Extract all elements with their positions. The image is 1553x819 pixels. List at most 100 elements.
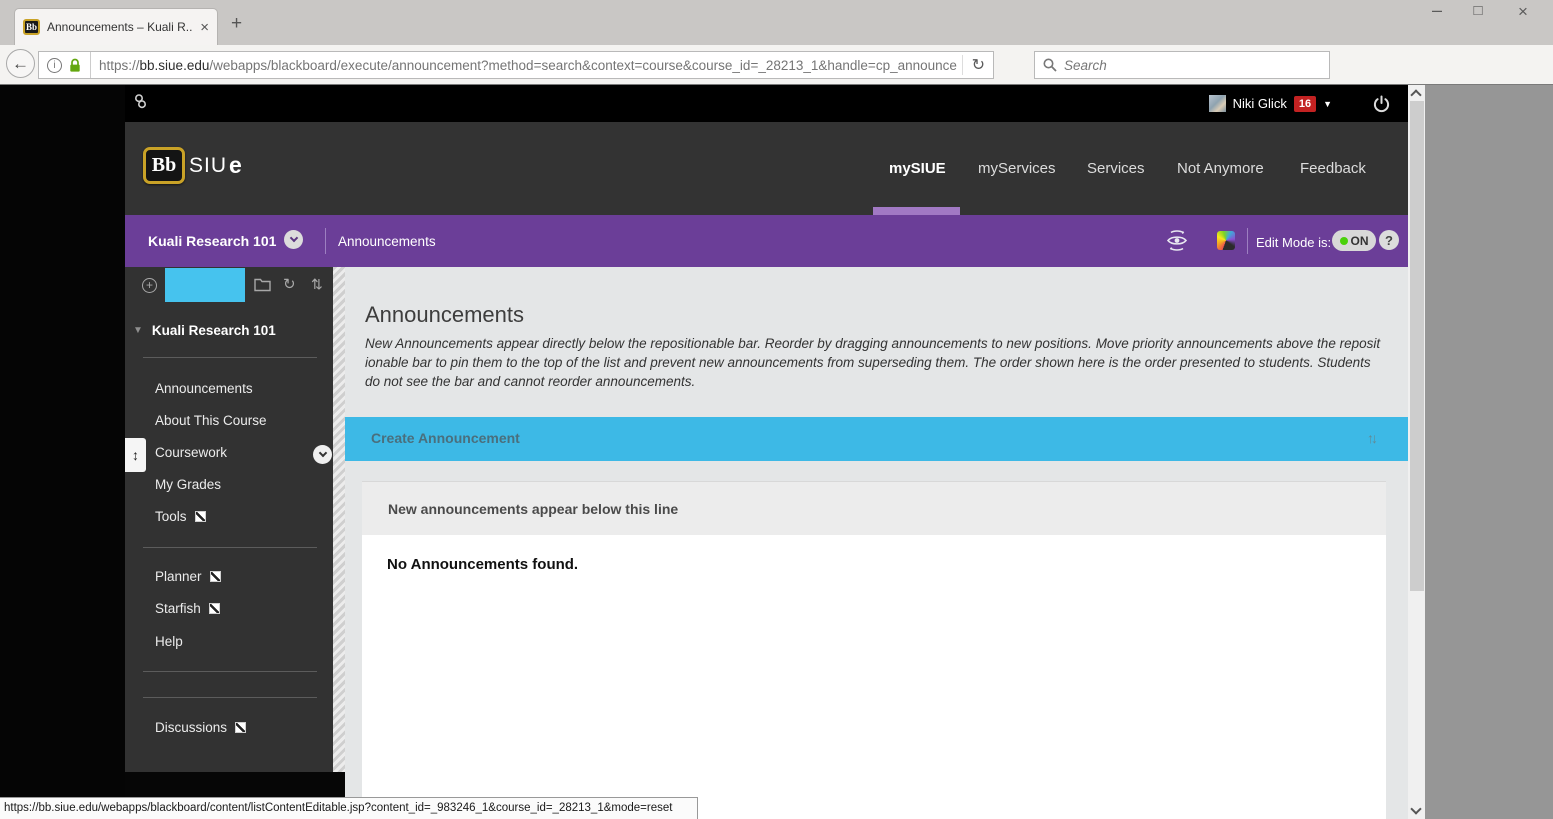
reposition-bar[interactable]: New announcements appear below this line <box>362 481 1386 535</box>
course-bar: Kuali Research 101 Announcements Edit Mo… <box>125 215 1408 267</box>
browser-tab[interactable]: Bb Announcements – Kuali R... × <box>14 8 218 45</box>
edit-mode-state: ON <box>1351 234 1369 248</box>
reload-icon[interactable]: ↻ <box>962 55 985 75</box>
notification-badge: 16 <box>1294 96 1316 112</box>
nav-tab-mysiue[interactable]: mySIUE <box>889 160 946 177</box>
active-tab-underline <box>873 207 960 215</box>
scrollbar-thumb[interactable] <box>1410 101 1424 591</box>
coursework-menu-chevron-button[interactable] <box>313 445 332 464</box>
window-minimize-button[interactable]: – <box>1422 0 1452 21</box>
sidebar-divider <box>143 357 317 358</box>
create-announcement-label: Create Announcement <box>371 430 520 446</box>
external-window-icon <box>195 511 206 522</box>
logout-power-icon[interactable] <box>1373 95 1390 113</box>
external-window-icon <box>209 603 220 614</box>
search-placeholder: Search <box>1064 58 1107 73</box>
folder-view-icon[interactable] <box>254 278 271 297</box>
url-text[interactable]: https://bb.siue.edu/webapps/blackboard/e… <box>99 58 959 73</box>
scroll-down-icon[interactable] <box>1410 803 1421 814</box>
page-info-icon[interactable]: i <box>47 58 62 73</box>
sidebar-divider <box>143 671 317 672</box>
refresh-icon[interactable]: ↻ <box>283 275 296 293</box>
sidebar-item-about-this-course[interactable]: About This Course <box>155 413 267 428</box>
course-menu-sidebar: + ↻ ⇅ ▼ Kuali Research 101 Announcements… <box>125 267 333 772</box>
chevron-down-icon <box>289 234 297 242</box>
user-menu[interactable]: Niki Glick 16 ▼ <box>1209 85 1390 122</box>
link-icon[interactable] <box>133 93 148 115</box>
sidebar-course-title[interactable]: Kuali Research 101 <box>152 323 276 338</box>
status-bar-link-preview: https://bb.siue.edu/webapps/blackboard/c… <box>0 797 698 819</box>
chevron-down-icon <box>318 449 326 457</box>
empty-state-message: No Announcements found. <box>387 556 578 573</box>
search-input[interactable]: Search <box>1034 51 1330 79</box>
reposition-bar-label: New announcements appear below this line <box>388 501 678 517</box>
address-bar[interactable]: i https://bb.siue.edu/webapps/blackboard… <box>38 51 994 79</box>
window-right-gutter <box>1425 85 1553 819</box>
logo-e-text: e <box>229 152 242 179</box>
add-menu-item-icon[interactable]: + <box>142 278 157 293</box>
sidebar-item-announcements[interactable]: Announcements <box>155 381 253 396</box>
nav-tab-feedback[interactable]: Feedback <box>1300 160 1366 177</box>
course-menu-chevron-button[interactable] <box>284 230 303 249</box>
browser-toolbar: ← i https://bb.siue.edu/webapps/blackboa… <box>0 45 1553 85</box>
announcements-list-panel: New announcements appear below this line… <box>362 481 1386 819</box>
bb-utility-bar: Niki Glick 16 ▼ <box>125 85 1408 122</box>
page-description: New Announcements appear directly below … <box>365 334 1381 391</box>
nav-tab-not-anymore[interactable]: Not Anymore <box>1177 160 1264 177</box>
sidebar-divider <box>143 697 317 698</box>
student-preview-icon[interactable] <box>1164 230 1190 256</box>
page-title: Announcements <box>365 302 524 328</box>
sidebar-divider <box>143 547 317 548</box>
tab-title: Announcements – Kuali R... <box>47 20 193 34</box>
breadcrumb: Announcements <box>338 234 436 249</box>
edit-mode-on-dot <box>1340 237 1348 245</box>
breadcrumb-divider <box>325 228 326 254</box>
chevron-down-icon: ▼ <box>1323 99 1332 109</box>
collapse-caret-icon[interactable]: ▼ <box>133 325 143 336</box>
search-icon <box>1043 58 1057 72</box>
vertical-scrollbar[interactable] <box>1408 85 1425 819</box>
user-name: Niki Glick <box>1233 96 1287 111</box>
sidebar-drag-edge[interactable] <box>333 267 345 772</box>
sidebar-item-planner[interactable]: Planner <box>155 569 221 584</box>
sidebar-resize-handle[interactable]: ↕ <box>125 438 146 472</box>
blackboard-favicon-icon: Bb <box>23 19 40 35</box>
bb-siue-logo[interactable]: Bb SIU e <box>143 147 242 184</box>
sidebar-item-discussions[interactable]: Discussions <box>155 720 246 735</box>
url-divider <box>90 52 91 78</box>
window-maximize-button[interactable]: □ <box>1463 2 1493 19</box>
course-menu-toolbar: + ↻ ⇅ <box>125 267 333 304</box>
edit-mode-toggle[interactable]: ON <box>1332 230 1376 251</box>
nav-tab-services[interactable]: Services <box>1087 160 1145 177</box>
help-button[interactable]: ? <box>1379 230 1399 250</box>
sidebar-item-tools[interactable]: Tools <box>155 509 206 524</box>
blackboard-logo-icon: Bb <box>143 147 185 184</box>
browser-titlebar: Bb Announcements – Kuali R... × + – □ × <box>0 0 1553 45</box>
create-announcement-button[interactable]: Create Announcement ↑↓ <box>345 417 1408 461</box>
external-window-icon <box>235 722 246 733</box>
course-name[interactable]: Kuali Research 101 <box>148 233 276 249</box>
window-close-button[interactable]: × <box>1508 2 1538 22</box>
edit-mode-label: Edit Mode is: <box>1256 235 1331 250</box>
reorder-arrows-icon[interactable]: ↑↓ <box>1367 430 1375 446</box>
sidebar-item-starfish[interactable]: Starfish <box>155 601 220 616</box>
sidebar-item-help[interactable]: Help <box>155 634 183 649</box>
theme-palette-icon[interactable] <box>1217 231 1235 250</box>
back-button[interactable]: ← <box>6 49 35 78</box>
tab-close-icon[interactable]: × <box>200 19 209 36</box>
secure-lock-icon <box>69 58 81 73</box>
user-avatar <box>1209 95 1226 112</box>
reorder-icon[interactable]: ⇅ <box>311 276 323 293</box>
screenshot-root: Bb Announcements – Kuali R... × + – □ × … <box>0 0 1553 819</box>
nav-tab-myservices[interactable]: myServices <box>978 160 1056 177</box>
external-window-icon <box>210 571 221 582</box>
page-left-gutter <box>0 85 125 819</box>
bb-header: Bb SIU e mySIUE myServices Services Not … <box>125 122 1408 215</box>
new-tab-button[interactable]: + <box>231 13 242 35</box>
coursebar-divider <box>1247 228 1248 254</box>
view-selector-highlight[interactable] <box>165 268 245 302</box>
sidebar-item-coursework[interactable]: Coursework <box>155 445 227 460</box>
logo-siu-text: SIU <box>189 154 227 178</box>
sidebar-item-my-grades[interactable]: My Grades <box>155 477 221 492</box>
scroll-up-icon[interactable] <box>1410 89 1421 100</box>
